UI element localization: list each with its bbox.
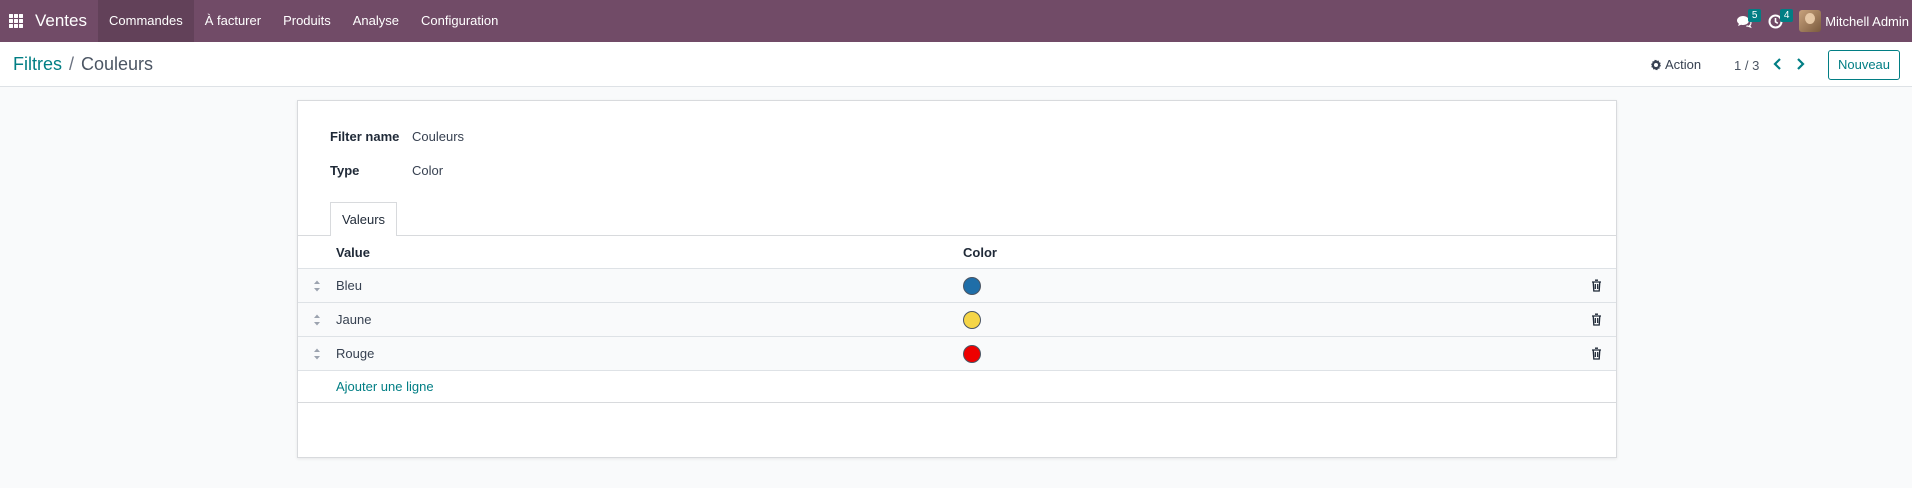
add-line-link[interactable]: Ajouter une ligne [336,379,434,394]
control-panel: Filtres / Couleurs Action 1 / 3 Nouveau [0,42,1912,87]
app-brand[interactable]: Ventes [35,11,87,31]
values-table: Value Color Bleu Jaune Rouge Ajouter une… [298,236,1616,403]
action-menu-button[interactable]: Action [1650,57,1701,72]
color-swatch[interactable] [963,310,981,329]
delete-row-button[interactable] [1576,313,1616,326]
field-filter-name: Filter name Couleurs [330,129,464,144]
row-value[interactable]: Jaune [336,312,963,327]
trash-icon [1591,313,1601,326]
chevron-right-icon[interactable] [1793,56,1807,72]
row-value[interactable]: Bleu [336,278,963,293]
gear-icon [1651,59,1661,70]
table-header: Value Color [298,236,1616,269]
avatar [1799,10,1822,32]
chevron-left-icon[interactable] [1771,56,1785,72]
user-name: Mitchell Admin [1825,13,1909,29]
trash-icon [1591,279,1601,292]
systray: 5 4 Mitchell Admin [1736,0,1912,42]
menu-item-commandes[interactable]: Commandes [98,0,194,42]
pager-value[interactable]: 1 / 3 [1734,58,1759,73]
new-button[interactable]: Nouveau [1828,50,1900,80]
trash-icon [1591,347,1601,360]
breadcrumb-parent-link[interactable]: Filtres [13,54,62,75]
activities-button[interactable]: 4 [1768,0,1794,42]
form-sheet: Filter name Couleurs Type Color Valeurs … [297,100,1617,458]
table-row[interactable]: Rouge [298,337,1616,371]
delete-row-button[interactable] [1576,279,1616,292]
messages-button[interactable]: 5 [1736,0,1762,42]
type-value[interactable]: Color [412,163,443,178]
add-line-row: Ajouter une ligne [298,371,1616,403]
row-value[interactable]: Rouge [336,346,963,361]
field-type: Type Color [330,163,443,178]
breadcrumb-current: Couleurs [81,54,154,74]
breadcrumb-separator: / [69,54,75,74]
menu-item-configuration[interactable]: Configuration [410,0,509,42]
messages-badge: 5 [1748,9,1762,22]
column-header-value[interactable]: Value [336,245,963,260]
menu-item-analyse[interactable]: Analyse [342,0,410,42]
action-label: Action [1665,57,1702,72]
apps-grid-icon[interactable] [9,14,23,28]
activities-badge: 4 [1780,9,1794,22]
table-row[interactable]: Jaune [298,303,1616,337]
table-row[interactable]: Bleu [298,269,1616,303]
delete-row-button[interactable] [1576,347,1616,360]
color-swatch[interactable] [963,276,981,295]
drag-handle-icon[interactable] [313,348,321,360]
filter-name-value[interactable]: Couleurs [412,129,464,144]
filter-name-label: Filter name [330,129,400,144]
user-menu[interactable]: Mitchell Admin [1799,10,1909,32]
drag-handle-icon[interactable] [313,280,321,292]
color-swatch[interactable] [963,344,981,363]
menu-item-produits[interactable]: Produits [272,0,342,42]
drag-handle-icon[interactable] [313,314,321,326]
breadcrumb: Filtres / Couleurs [13,54,153,75]
column-header-color[interactable]: Color [963,245,1576,260]
top-navbar: Ventes Commandes À facturer Produits Ana… [0,0,1912,42]
menu-item-a-facturer[interactable]: À facturer [194,0,272,42]
type-label: Type [330,163,360,178]
tab-valeurs[interactable]: Valeurs [330,202,397,236]
